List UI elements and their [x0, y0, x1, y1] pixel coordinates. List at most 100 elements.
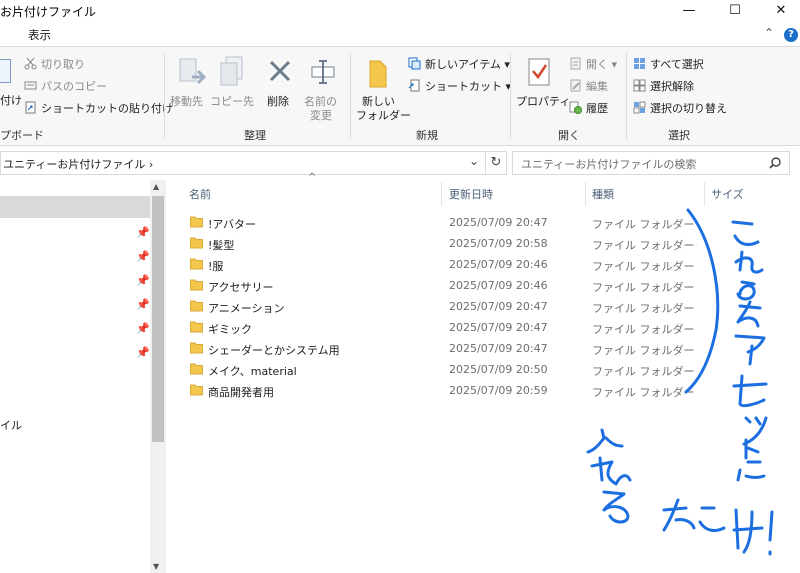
file-type: ファイル フォルダー: [592, 323, 695, 336]
column-header-size[interactable]: サイズ: [711, 186, 744, 202]
address-bar[interactable]: ユニティーお片付けファイル › ⌄ ↻: [0, 151, 507, 175]
cut-label: 切り取り: [41, 58, 85, 71]
annotation-char: [731, 220, 760, 246]
rename-label-2: 変更: [310, 109, 332, 122]
history-button[interactable]: 履歴: [569, 100, 608, 116]
file-row[interactable]: !髪型 2025/07/09 20:58 ファイル フォルダー: [180, 233, 700, 254]
rename-icon: [311, 60, 335, 84]
column-divider[interactable]: [585, 182, 586, 206]
new-group-label: 新規: [416, 129, 438, 142]
address-dropdown-icon[interactable]: ⌄: [469, 154, 479, 168]
paste-button[interactable]: 付け: [0, 92, 22, 108]
new-folder-label-2: フォルダー: [356, 109, 411, 122]
annotation-char: [586, 428, 624, 454]
new-folder-icon: [369, 60, 387, 88]
column-header-date[interactable]: 更新日時: [449, 186, 493, 202]
file-row[interactable]: シェーダーとかシステム用 2025/07/09 20:47 ファイル フォルダー: [180, 338, 700, 359]
menu-bar: 表示 ⌃ ?: [0, 24, 800, 44]
annotation-char: [734, 250, 764, 274]
move-to-button[interactable]: 移動先: [170, 53, 210, 121]
cut-button[interactable]: 切り取り: [24, 56, 85, 72]
delete-button[interactable]: 削除: [262, 53, 298, 121]
collapse-ribbon-icon[interactable]: ⌃: [764, 26, 774, 40]
rename-button[interactable]: 名前の 変更: [302, 53, 344, 127]
column-header-name[interactable]: 名前: [189, 186, 211, 202]
select-all-label: すべて選択: [650, 58, 704, 71]
file-name: シェーダーとかシステム用: [208, 344, 340, 357]
easy-access-shortcut-button[interactable]: ショートカット ▾: [408, 78, 511, 94]
search-icon[interactable]: [769, 157, 781, 169]
file-row[interactable]: メイク、material 2025/07/09 20:50 ファイル フォルダー: [180, 359, 700, 380]
close-button[interactable]: ✕: [758, 0, 800, 22]
nav-selected-item[interactable]: [0, 196, 150, 218]
file-type: ファイル フォルダー: [592, 218, 695, 231]
pin-icon[interactable]: 📌: [136, 346, 150, 359]
maximize-button[interactable]: ☐: [712, 0, 758, 22]
open-icon: [570, 57, 581, 70]
scroll-down-icon[interactable]: ▼: [153, 562, 159, 571]
ribbon-separator: [626, 53, 627, 139]
file-name: !アバター: [208, 218, 256, 231]
select-none-button[interactable]: 選択解除: [633, 78, 694, 94]
select-none-icon: [633, 79, 646, 92]
refresh-icon[interactable]: ↻: [485, 152, 506, 174]
select-none-label: 選択解除: [650, 80, 694, 93]
file-row[interactable]: !アバター 2025/07/09 20:47 ファイル フォルダー: [180, 212, 700, 233]
file-row[interactable]: アクセサリー 2025/07/09 20:46 ファイル フォルダー: [180, 275, 700, 296]
shortcut-icon: [408, 79, 420, 92]
help-icon[interactable]: ?: [784, 28, 798, 42]
edit-button[interactable]: 編集: [569, 78, 608, 94]
file-row[interactable]: !服 2025/07/09 20:46 ファイル フォルダー: [180, 254, 700, 275]
properties-icon: [528, 58, 550, 86]
folder-icon: [190, 279, 203, 291]
pin-icon[interactable]: 📌: [136, 226, 150, 239]
new-item-button[interactable]: 新しいアイテム ▾: [408, 56, 510, 72]
copy-to-label: コピー先: [210, 95, 254, 108]
copy-path-button[interactable]: パスのコピー: [24, 78, 107, 94]
delete-label: 削除: [267, 95, 289, 108]
paste-icon: [0, 59, 11, 83]
pin-icon[interactable]: 📌: [136, 298, 150, 311]
folder-icon: [190, 258, 203, 270]
file-row[interactable]: ギミック 2025/07/09 20:47 ファイル フォルダー: [180, 317, 700, 338]
pin-icon[interactable]: 📌: [136, 274, 150, 287]
clipboard-group-label: プボード: [0, 129, 44, 142]
annotation-char: [744, 438, 760, 460]
scroll-up-icon[interactable]: ▲: [153, 182, 159, 191]
file-date: 2025/07/09 20:58: [449, 237, 548, 250]
open-button[interactable]: 開く ▾: [569, 56, 617, 72]
new-folder-button[interactable]: 新しい フォルダー: [354, 53, 411, 127]
file-name: ギミック: [208, 323, 252, 336]
invert-selection-button[interactable]: 選択の切り替え: [633, 100, 727, 116]
column-divider[interactable]: [441, 182, 442, 206]
copy-to-button[interactable]: コピー先: [210, 53, 254, 121]
file-date: 2025/07/09 20:46: [449, 279, 548, 292]
file-date: 2025/07/09 20:47: [449, 342, 548, 355]
annotation-char: [736, 300, 762, 328]
edit-label: 編集: [586, 80, 608, 93]
column-header-type[interactable]: 種類: [592, 186, 614, 202]
minimize-button[interactable]: —: [666, 0, 712, 22]
select-all-button[interactable]: すべて選択: [633, 56, 704, 72]
file-date: 2025/07/09 20:47: [449, 216, 548, 229]
file-row[interactable]: アニメーション 2025/07/09 20:47 ファイル フォルダー: [180, 296, 700, 317]
folder-icon: [190, 237, 203, 249]
paste-shortcut-button[interactable]: ショートカットの貼り付け: [24, 100, 173, 116]
history-icon: [569, 101, 582, 114]
file-row[interactable]: 商品開発者用 2025/07/09 20:59 ファイル フォルダー: [180, 380, 700, 401]
view-tab[interactable]: 表示: [28, 27, 51, 43]
pin-icon[interactable]: 📌: [136, 322, 150, 335]
breadcrumb-chevron-icon[interactable]: ›: [149, 158, 153, 171]
nav-item-partial[interactable]: イル: [0, 417, 22, 433]
search-box[interactable]: ユニティーお片付けファイルの検索: [512, 151, 790, 175]
column-divider[interactable]: [704, 182, 705, 206]
folder-icon: [190, 363, 203, 375]
annotation-char: [732, 374, 768, 408]
invert-selection-label: 選択の切り替え: [650, 102, 727, 115]
move-to-label: 移動先: [170, 95, 203, 108]
nav-scrollbar-thumb[interactable]: [152, 196, 164, 442]
search-input[interactable]: ユニティーお片付けファイルの検索: [521, 156, 696, 172]
pin-icon[interactable]: 📌: [136, 250, 150, 263]
new-item-icon: [408, 57, 421, 70]
properties-button[interactable]: プロパティ: [514, 53, 570, 127]
